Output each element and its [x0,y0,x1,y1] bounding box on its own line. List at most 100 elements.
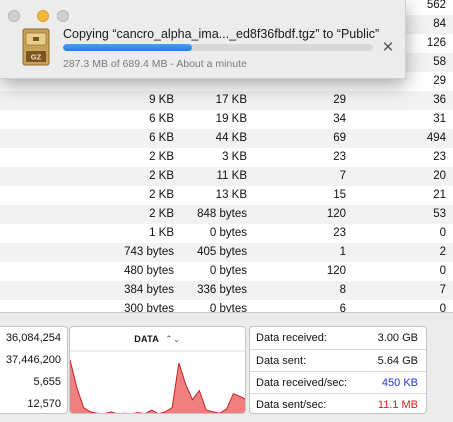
received-cell: 336 bytes [197,284,247,296]
copy-progress-window: GZ Copying “cancro_alpha_ima..._ed8f36fb… [0,0,406,79]
packets-out-cell: 84 [433,18,446,30]
sent-cell: 2 KB [149,151,174,163]
archive-icon: GZ [22,28,50,66]
close-icon: ✕ [381,39,395,56]
chevron-updown-icon: ⌃⌄ [165,334,181,344]
stat-data-sent: Data sent: 5.64 GB [250,349,426,371]
received-cell: 13 KB [215,189,247,201]
copy-progress-fill [63,44,193,51]
packets-in-cell: 15 [333,189,346,201]
packets-sent-sec-value: 12,570 [27,398,61,410]
data-stats: Data received: 3.00 GB Data sent: 5.64 G… [249,326,427,414]
table-row[interactable]: 300 bytes 0 bytes 6 0 [0,300,453,312]
data-sent-value: 5.64 GB [377,355,418,367]
packets-out-cell: 29 [433,75,446,87]
table-row[interactable]: 384 bytes 336 bytes 8 7 [0,281,453,300]
packets-sent-value: 37,446,200 [5,354,61,366]
sent-cell: 2 KB [149,170,174,182]
packets-in-cell: 69 [333,132,346,144]
window-close-button[interactable] [8,10,20,22]
packets-in-cell: 23 [333,227,346,239]
table-row[interactable]: 2 KB 11 KB 7 20 [0,167,453,186]
packets-out-cell: 0 [439,303,446,312]
packets-in-cell: 34 [333,113,346,125]
sent-cell: 2 KB [149,208,174,220]
data-received-sec-value: 450 KB [381,377,418,389]
window-zoom-button[interactable] [57,10,69,22]
table-row[interactable]: 2 KB 848 bytes 120 53 [0,205,453,224]
packets-in-cell: 120 [326,208,346,220]
sent-cell: 1 KB [149,227,174,239]
table-row[interactable]: 2 KB 13 KB 15 21 [0,186,453,205]
received-cell: 19 KB [215,113,247,125]
copy-title: Copying “cancro_alpha_ima..._ed8f36fbdf.… [63,27,380,41]
data-received-value: 3.00 GB [377,332,418,344]
table-row[interactable]: 1 KB 0 bytes 23 0 [0,224,453,243]
packets-out-cell: 562 [426,0,446,11]
packet-totals: 36,084,254 37,446,200 5,655 12,570 [0,326,68,414]
packets-in-cell: 120 [326,265,346,277]
data-received-label: Data received: [256,332,327,344]
packets-out-cell: 7 [439,284,446,296]
data-graph-area [70,359,245,413]
packets-out-cell: 494 [426,132,446,144]
received-cell: 3 KB [222,151,247,163]
packets-in-cell: 8 [339,284,346,296]
packets-out-cell: 0 [439,265,446,277]
packets-in-cell: 23 [333,151,346,163]
table-row[interactable]: 2 KB 3 KB 23 23 [0,148,453,167]
packets-out-cell: 36 [433,94,446,106]
packets-out-cell: 53 [433,208,446,220]
cancel-copy-button[interactable]: ✕ [381,39,395,56]
table-row[interactable]: 6 KB 19 KB 34 31 [0,110,453,129]
received-cell: 405 bytes [197,246,247,258]
sent-cell: 6 KB [149,132,174,144]
data-graph-line [70,359,245,413]
sent-cell: 384 bytes [124,284,174,296]
packets-received-value: 36,084,254 [5,332,61,344]
sent-cell: 480 bytes [124,265,174,277]
packets-received-sec-value: 5,655 [33,376,61,388]
stat-data-received: Data received: 3.00 GB [250,327,426,349]
packets-out-cell: 23 [433,151,446,163]
stat-data-sent-sec: Data sent/sec: 11.1 MB [250,393,426,415]
window-minimize-button[interactable] [37,10,49,22]
sent-cell: 2 KB [149,189,174,201]
packets-in-cell: 29 [333,94,346,106]
received-cell: 0 bytes [209,227,247,239]
archive-icon-label: GZ [31,53,42,62]
received-cell: 0 bytes [209,303,247,312]
packets-out-cell: 2 [439,246,446,258]
sent-cell: 6 KB [149,113,174,125]
data-received-sec-label: Data received/sec: [256,377,348,389]
copy-status: 287.3 MB of 689.4 MB - About a minute [63,58,247,70]
received-cell: 11 KB [216,170,247,182]
table-row[interactable]: 743 bytes 405 bytes 1 2 [0,243,453,262]
data-sent-sec-value: 11.1 MB [377,399,418,411]
sent-cell: 300 bytes [124,303,174,312]
graph-mode-selector[interactable]: DATA ⌃⌄ [70,334,245,345]
packets-out-cell: 21 [433,189,446,201]
packets-in-cell: 1 [339,246,346,258]
data-graph[interactable]: DATA ⌃⌄ [69,326,246,414]
packets-in-cell: 7 [339,170,346,182]
received-cell: 44 KB [215,132,247,144]
packets-out-cell: 126 [426,37,446,49]
received-cell: 848 bytes [197,208,247,220]
packets-in-cell: 6 [339,303,346,312]
data-sent-label: Data sent: [256,355,307,367]
packets-out-cell: 20 [433,170,446,182]
data-sent-sec-label: Data sent/sec: [256,399,327,411]
packets-out-cell: 58 [433,56,446,68]
graph-title: DATA [134,334,160,344]
sent-cell: 9 KB [149,94,174,106]
table-row[interactable]: 9 KB 17 KB 29 36 [0,91,453,110]
table-row[interactable]: 480 bytes 0 bytes 120 0 [0,262,453,281]
network-summary-panel: 36,084,254 37,446,200 5,655 12,570 DATA ⌃… [0,312,453,422]
received-cell: 0 bytes [209,265,247,277]
received-cell: 17 KB [215,94,247,106]
copy-progress-bar [63,44,373,51]
packets-out-cell: 0 [439,227,446,239]
table-row[interactable]: 6 KB 44 KB 69 494 [0,129,453,148]
sent-cell: 743 bytes [124,246,174,258]
